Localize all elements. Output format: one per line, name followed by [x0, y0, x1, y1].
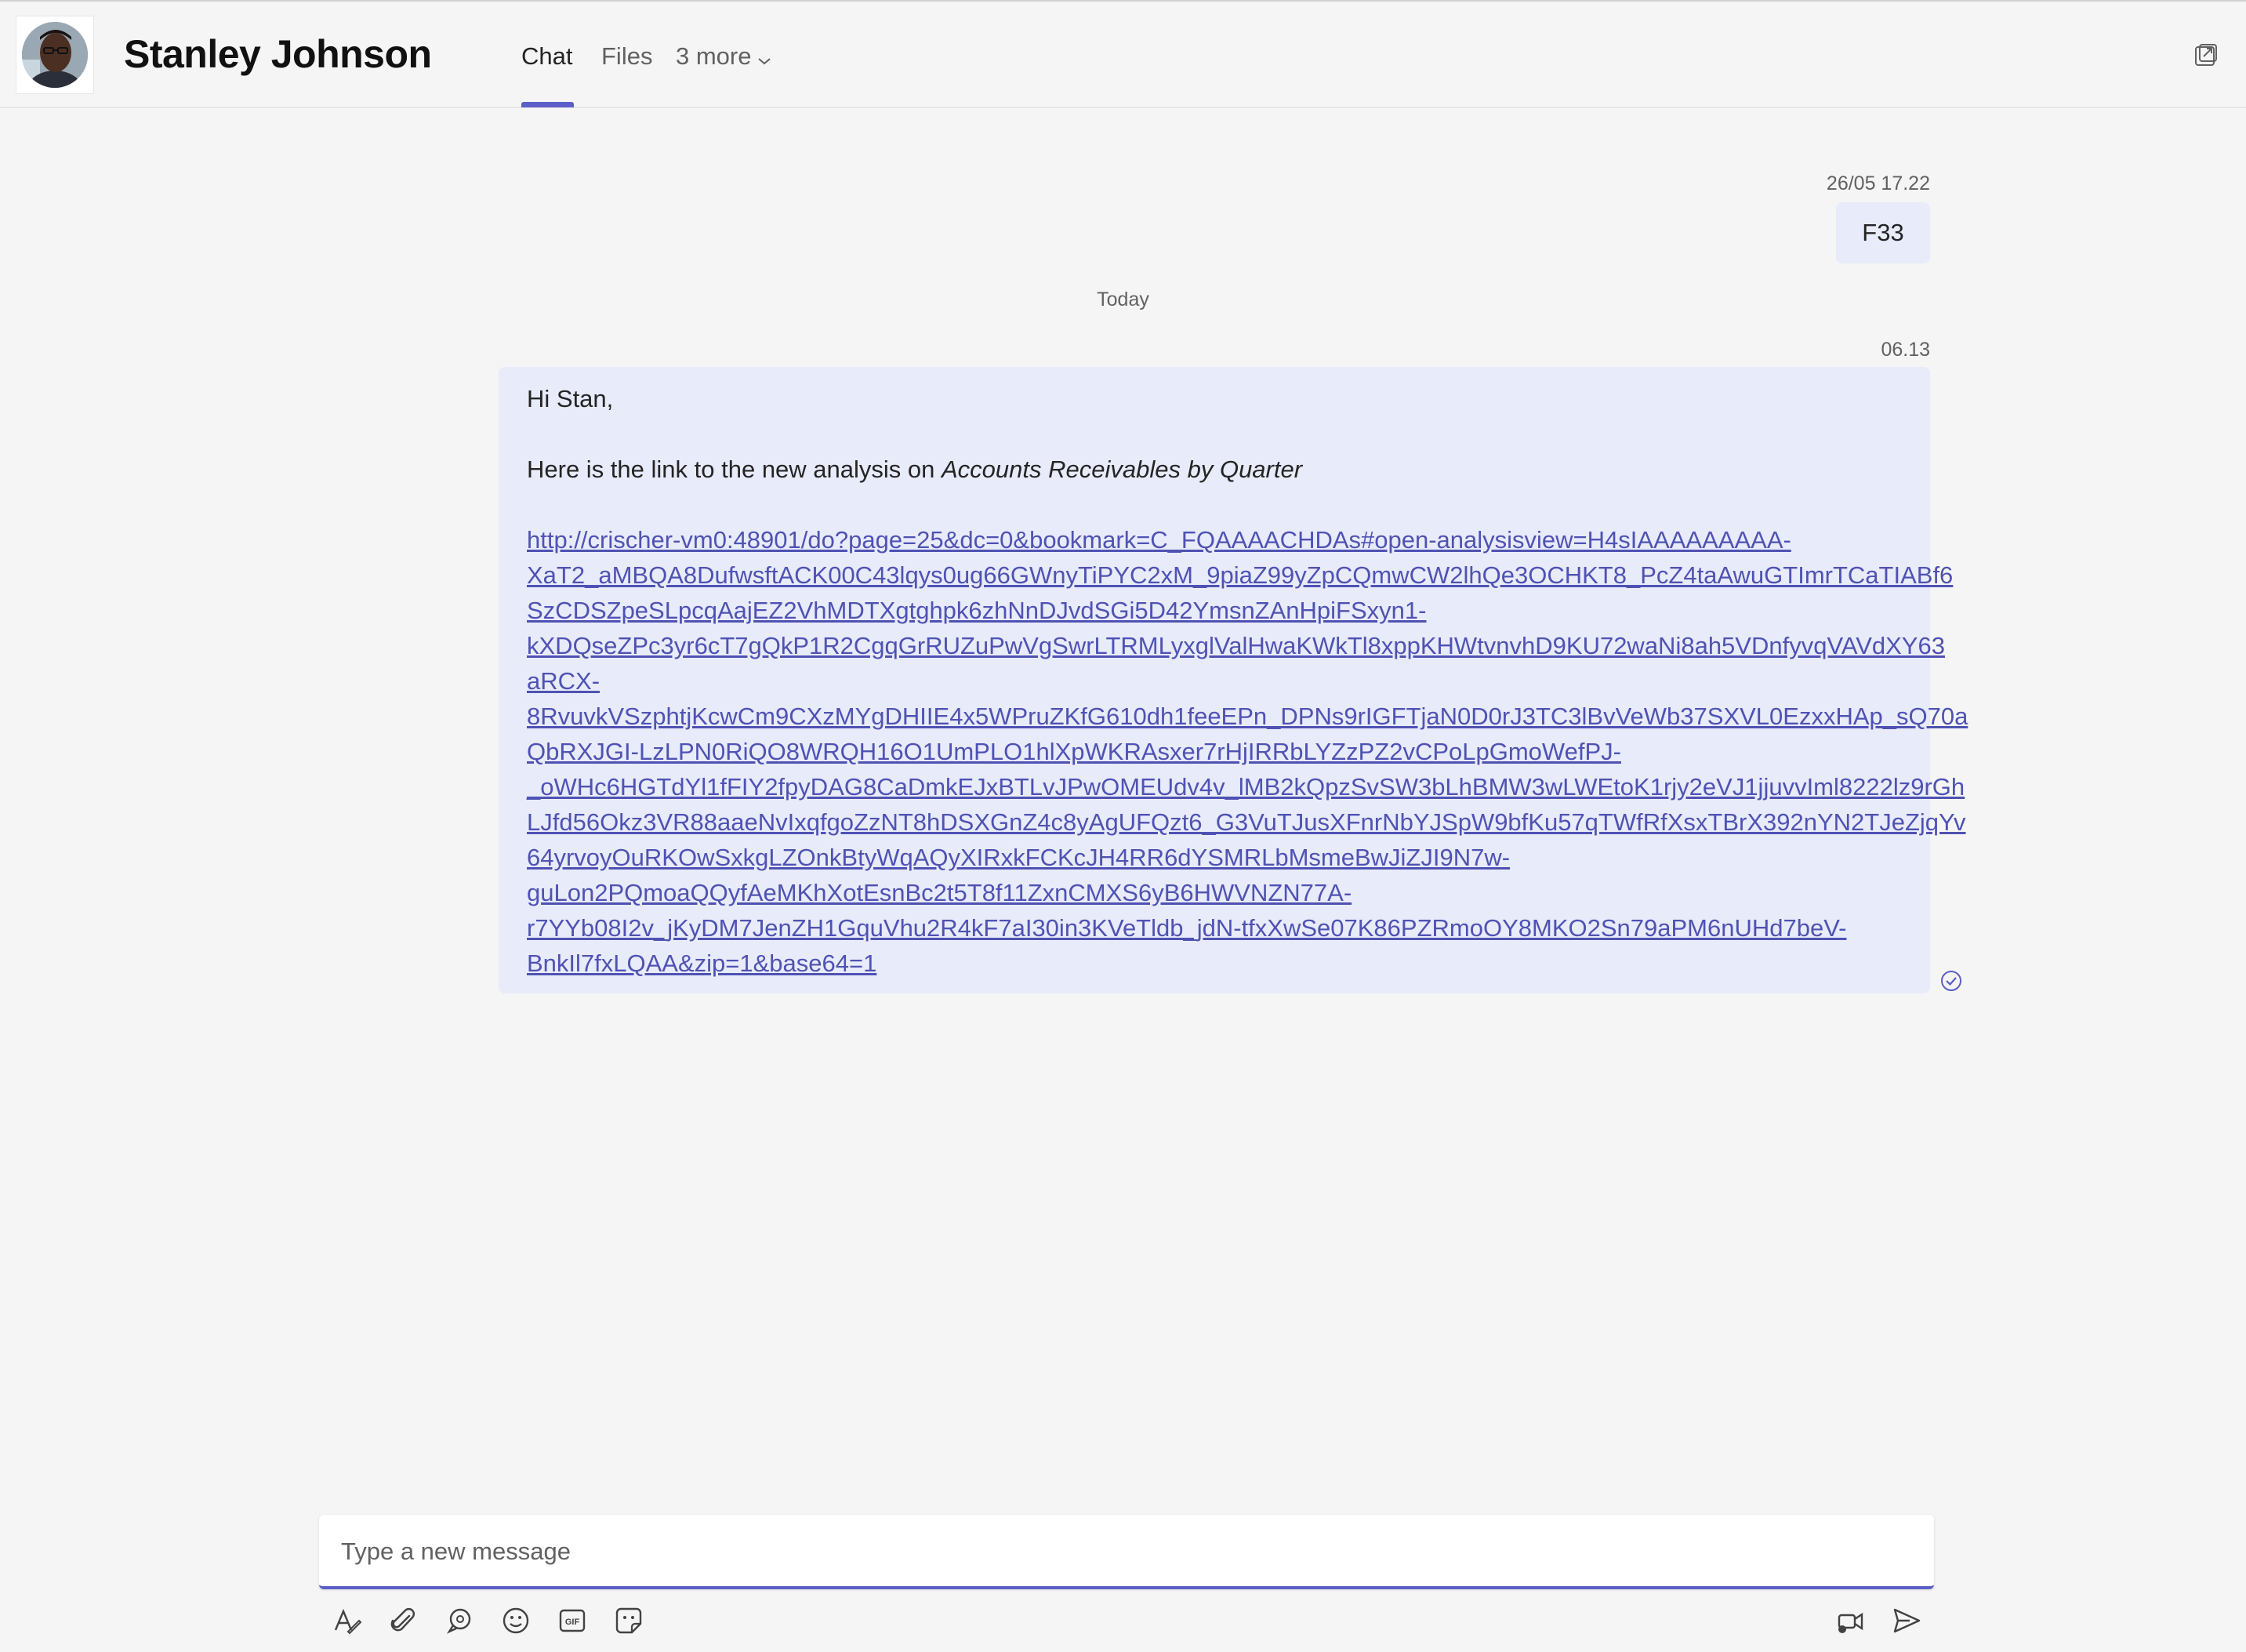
link-line[interactable]: LJfd56Okz3VR88aaeNvIxqfgoZzNT8hDSXGnZ4c8… [527, 804, 1966, 840]
loop-icon[interactable] [441, 1602, 478, 1639]
link-line[interactable]: 8RvuvkVSzphtjKcwCm9CXzMYgDHIIE4x5WPruZKf… [527, 699, 1968, 734]
gif-icon[interactable]: GIF [553, 1602, 591, 1639]
link-line[interactable]: SzCDSZpeSLpcqAajEZ2VhMDTXgtghpk6zhNnDJvd… [527, 593, 1902, 628]
message-timestamp: 06.13 [1881, 339, 1930, 361]
emoji-icon[interactable] [497, 1602, 535, 1639]
link-line[interactable]: QbRXJGI-LzLPN0RiQO8WRQH16O1UmPLO1hlXpWKR… [527, 734, 1902, 769]
send-icon[interactable] [1888, 1602, 1925, 1639]
link-line[interactable]: 64yrvoyOuRKOwSxkgLZOnkBtyWqAQyXIRxkFCKcJ… [527, 840, 1902, 875]
tab-more-label: 3 more [676, 42, 752, 70]
day-divider: Today [1097, 289, 1149, 310]
attach-icon[interactable] [384, 1602, 422, 1639]
link-line[interactable]: kXDQseZPc3yr6cT7gQkP1R2CgqGrRUZuPwVgSwrL… [527, 628, 1945, 663]
message-intro-italic: Accounts Receivables by Quarter [942, 456, 1303, 483]
avatar-photo [22, 22, 88, 88]
message-input[interactable] [339, 1515, 1910, 1588]
message-bubble[interactable]: Hi Stan, Here is the link to the new ana… [499, 367, 1968, 993]
link-line[interactable]: _oWHc6HGTdYl1fFIY2fpyDAG8CaDmkEJxBTLvJPw… [527, 769, 1965, 804]
link-line[interactable]: aRCX- [527, 663, 1902, 699]
link-line[interactable]: BnkIl7fxLQAA&zip=1&base64=1 [527, 946, 1902, 981]
chevron-down-icon [757, 42, 771, 74]
seen-check-icon [1939, 969, 1963, 997]
meet-now-icon[interactable] [1831, 1602, 1869, 1639]
tab-more[interactable]: 3 more [676, 41, 771, 74]
link-line[interactable]: r7YYb08I2v_jKyDM7JenZH1GquVhu2R4kF7aI30i… [527, 910, 1902, 946]
contact-name: Stanley Johnson [124, 32, 432, 76]
svg-text:GIF: GIF [565, 1618, 580, 1627]
message-bubble[interactable]: F33 [1836, 202, 1930, 263]
link-line[interactable]: guLon2PQmoaQQyfAeMKhXotEsnBc2t5T8f11ZxnC… [527, 875, 1902, 910]
message-intro-text: Here is the link to the new analysis on [527, 456, 942, 483]
message-text: F33 [1862, 219, 1904, 246]
avatar[interactable] [16, 16, 94, 94]
popout-chat-icon[interactable] [2193, 42, 2219, 71]
sticker-icon[interactable] [610, 1602, 648, 1639]
active-tab-indicator [521, 102, 574, 107]
tab-chat[interactable]: Chat [521, 41, 572, 72]
tab-files[interactable]: Files [601, 41, 652, 72]
format-icon[interactable] [328, 1602, 365, 1639]
analysis-link[interactable]: http://crischer-vm0:48901/do?page=25&dc=… [527, 522, 1968, 981]
message-greeting: Hi Stan, [527, 385, 614, 412]
chat-header: Stanley Johnson Chat Files 3 more [0, 2, 2246, 108]
message-intro: Here is the link to the new analysis on … [527, 452, 1902, 487]
link-line[interactable]: XaT2_aMBQA8DufwsftACK00C43lqys0ug66GWnyT… [527, 557, 1953, 593]
compose-box[interactable] [319, 1515, 1934, 1589]
link-line[interactable]: http://crischer-vm0:48901/do?page=25&dc=… [527, 522, 1902, 557]
message-timestamp: 26/05 17.22 [1826, 172, 1930, 194]
